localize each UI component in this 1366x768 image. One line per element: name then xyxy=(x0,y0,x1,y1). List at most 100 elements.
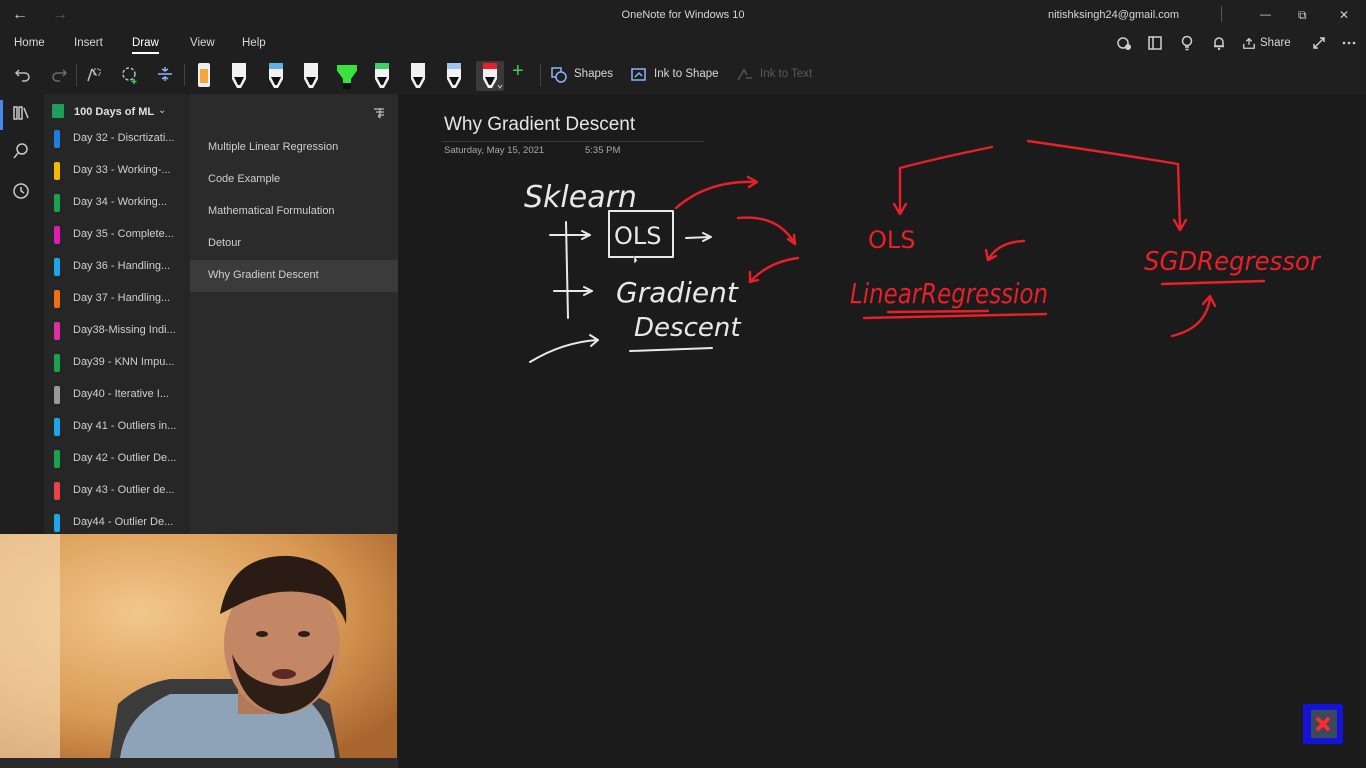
section-label: Day 32 - Discrtizati... xyxy=(73,132,175,144)
section-item[interactable]: Day39 - KNN Impu... xyxy=(44,346,190,378)
ink-underline-descent xyxy=(629,347,713,352)
page-label: Mathematical Formulation xyxy=(208,205,335,217)
ink-text-sklearn: Sklearn xyxy=(524,180,637,215)
ink-red-arrow-back xyxy=(748,256,800,284)
section-item[interactable]: Day 37 - Handling... xyxy=(44,282,190,314)
add-space-icon[interactable] xyxy=(120,65,140,90)
sort-icon[interactable] xyxy=(372,106,386,123)
section-label: Day 37 - Handling... xyxy=(73,292,171,304)
section-item[interactable]: Day 42 - Outlier De... xyxy=(44,442,190,474)
section-item[interactable]: Day 41 - Outliers in... xyxy=(44,410,190,442)
page-item[interactable]: Mathematical Formulation xyxy=(190,196,398,228)
ink-red-branch-right xyxy=(1026,139,1182,230)
pen-white-2-icon[interactable] xyxy=(301,61,321,91)
section-item[interactable]: Day38-Missing Indi... xyxy=(44,314,190,346)
page-label: Why Gradient Descent xyxy=(208,269,319,281)
ink-drawing[interactable]: Sklearn OLS Gradient Descent OLS LinearR… xyxy=(398,94,1366,768)
share-button[interactable]: Share xyxy=(1260,37,1291,49)
more-options-icon[interactable] xyxy=(1341,35,1357,54)
chevron-down-icon[interactable]: ⌄ xyxy=(158,105,166,116)
account-email[interactable]: nitishksingh24@gmail.com xyxy=(1048,9,1179,21)
section-color-tab xyxy=(54,482,60,500)
section-item[interactable]: Day40 - Iterative I... xyxy=(44,378,190,410)
pen-green-icon[interactable] xyxy=(372,61,392,91)
ink-text-descent: Descent xyxy=(634,313,741,343)
pen-lightblue-icon[interactable] xyxy=(444,61,464,91)
tab-home[interactable]: Home xyxy=(14,37,45,49)
section-color-tab xyxy=(54,162,60,180)
search-icon[interactable] xyxy=(12,142,30,165)
ink-text-red-ols: OLS xyxy=(868,226,916,254)
notebooks-icon[interactable] xyxy=(12,104,30,127)
section-label: Day39 - KNN Impu... xyxy=(73,356,175,368)
section-item[interactable]: Day 34 - Working... xyxy=(44,186,190,218)
ink-pointer-arrow xyxy=(529,339,599,363)
note-canvas[interactable]: Why Gradient Descent Saturday, May 15, 2… xyxy=(398,94,1366,768)
section-color-tab xyxy=(54,386,60,404)
ribbon-divider xyxy=(540,64,541,86)
sync-icon[interactable] xyxy=(1116,35,1132,54)
shapes-icon[interactable] xyxy=(550,66,568,87)
highlighter-green-icon[interactable] xyxy=(333,61,361,91)
channel-logo-icon xyxy=(1303,704,1343,744)
page-item[interactable]: Detour xyxy=(190,228,398,260)
lightbulb-icon[interactable] xyxy=(1179,35,1195,54)
highlighter-orange-icon[interactable] xyxy=(194,61,214,91)
ink-red-branch-left xyxy=(898,145,994,214)
pen-blue-icon[interactable] xyxy=(266,61,286,91)
redo-icon[interactable] xyxy=(50,65,68,88)
lasso-select-icon[interactable] xyxy=(84,65,104,90)
page-item[interactable]: Code Example xyxy=(190,164,398,196)
restore-icon[interactable]: ⧉ xyxy=(1298,8,1307,23)
add-pen-icon[interactable]: + xyxy=(512,60,524,83)
section-item[interactable]: Day 36 - Handling... xyxy=(44,250,190,282)
pen-white-icon[interactable] xyxy=(229,61,249,91)
notebook-name[interactable]: 100 Days of ML xyxy=(74,106,154,118)
undo-icon[interactable] xyxy=(14,65,32,88)
tab-insert[interactable]: Insert xyxy=(74,37,103,49)
webcam-overlay xyxy=(0,534,397,758)
ink-text-ols: OLS xyxy=(614,222,662,250)
pages-pane: Multiple Linear Regression Code Example Ma… xyxy=(190,94,398,534)
share-icon[interactable] xyxy=(1242,36,1256,53)
section-label: Day 43 - Outlier de... xyxy=(73,484,175,496)
tab-help[interactable]: Help xyxy=(242,37,266,49)
title-bar: ← → OneNote for Windows 10 nitishksingh2… xyxy=(0,0,1366,30)
page-item[interactable]: Why Gradient Descent xyxy=(190,260,398,292)
ribbon-divider xyxy=(76,64,77,86)
shapes-button[interactable]: Shapes xyxy=(574,68,613,80)
page-item[interactable]: Multiple Linear Regression xyxy=(190,132,398,164)
ink-underline-linreg-2 xyxy=(886,309,990,314)
section-color-tab xyxy=(54,418,60,436)
ink-to-shape-icon[interactable] xyxy=(630,66,648,87)
page-label: Multiple Linear Regression xyxy=(208,141,339,153)
section-color-tab xyxy=(54,322,60,340)
section-item[interactable]: Day 35 - Complete... xyxy=(44,218,190,250)
section-item[interactable]: Day 32 - Discrtizati... xyxy=(44,122,190,154)
section-color-tab xyxy=(54,514,60,532)
ink-underline-sgd xyxy=(1160,279,1266,286)
section-item[interactable]: Day 43 - Outlier de... xyxy=(44,474,190,506)
section-color-tab xyxy=(54,226,60,244)
pen-red-icon[interactable] xyxy=(476,61,504,91)
notebook-icon xyxy=(52,104,64,118)
section-color-tab xyxy=(54,290,60,308)
insert-space-icon[interactable] xyxy=(156,65,174,88)
tab-view[interactable]: View xyxy=(190,37,215,49)
pen-white-3-icon[interactable] xyxy=(408,61,428,91)
section-label: Day38-Missing Indi... xyxy=(73,324,176,336)
bell-icon[interactable] xyxy=(1211,35,1227,54)
section-item[interactable]: Day 33 - Working-... xyxy=(44,154,190,186)
section-label: Day 33 - Working-... xyxy=(73,164,171,176)
ink-arrow-right xyxy=(685,236,711,239)
recent-notes-icon[interactable] xyxy=(12,182,30,205)
ink-text-gradient: Gradient xyxy=(616,276,739,309)
close-icon[interactable]: ✕ xyxy=(1339,8,1349,22)
ink-to-shape-button[interactable]: Ink to Shape xyxy=(654,68,719,80)
minimize-icon[interactable]: — xyxy=(1260,9,1271,21)
fullscreen-icon[interactable] xyxy=(1311,35,1327,54)
titlebar-divider xyxy=(1221,6,1222,22)
notebook-icon[interactable] xyxy=(1147,35,1163,54)
tab-draw[interactable]: Draw xyxy=(132,37,159,54)
navigation-rail xyxy=(0,94,45,534)
